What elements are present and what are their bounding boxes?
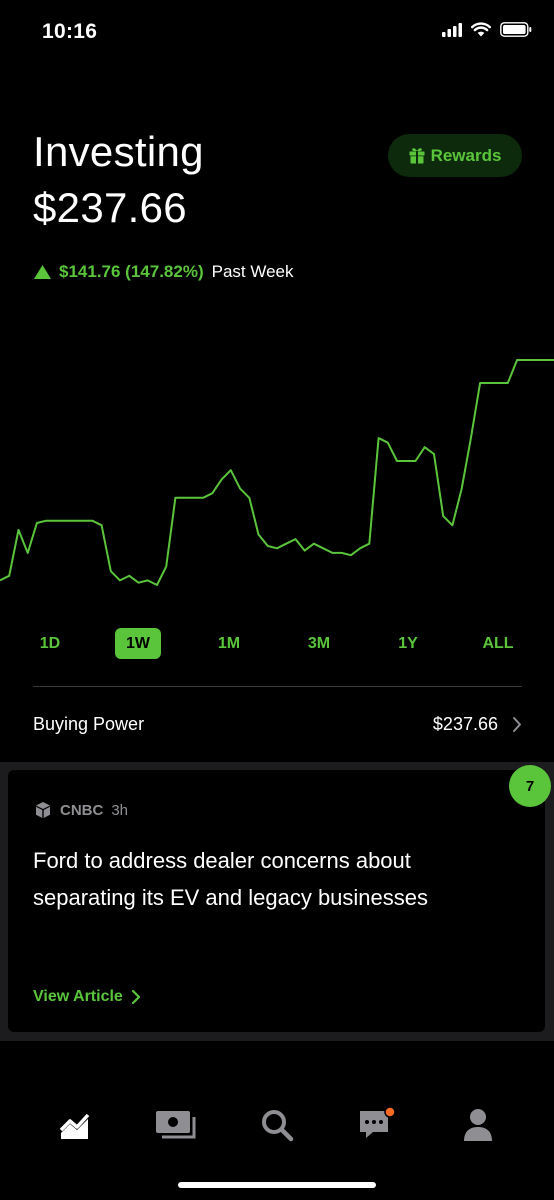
tab-account[interactable] (448, 1095, 508, 1155)
news-time: 3h (111, 801, 129, 819)
gift-icon (409, 148, 425, 164)
range-tab-1m[interactable]: 1M (209, 628, 249, 659)
view-article-link[interactable]: View Article (33, 988, 141, 1006)
chart-icon (59, 1113, 90, 1139)
range-tab-3m[interactable]: 3M (299, 628, 339, 659)
chevron-right-icon (513, 716, 521, 732)
wifi-icon (471, 22, 491, 37)
home-indicator (178, 1182, 376, 1188)
range-tab-1d[interactable]: 1D (30, 628, 70, 659)
change-period: Past Week (211, 262, 294, 281)
divider (33, 686, 522, 687)
buying-power-value: $237.66 (432, 713, 498, 734)
account-icon (464, 1109, 492, 1141)
page-title: Investing (33, 128, 204, 175)
portfolio-balance: $237.66 (33, 184, 187, 231)
rewards-button[interactable]: Rewards (388, 134, 522, 177)
news-count-badge[interactable]: 7 (509, 765, 551, 807)
tab-messages[interactable] (347, 1095, 407, 1155)
range-tab-1w[interactable]: 1W (115, 628, 161, 659)
status-time: 10:16 (42, 20, 98, 43)
buying-power-row[interactable]: Buying Power $237.66 (33, 702, 522, 746)
up-arrow-icon (34, 265, 51, 279)
news-source-name: CNBC (60, 801, 104, 819)
performance-change: $141.76 (147.82%) Past Week (34, 262, 294, 282)
tab-search[interactable] (247, 1095, 307, 1155)
range-tab-all[interactable]: ALL (475, 628, 521, 659)
messages-icon (360, 1107, 396, 1138)
rewards-label: Rewards (430, 145, 502, 165)
range-selector: 1D 1W 1M 3M 1Y ALL (0, 628, 554, 660)
notification-dot (384, 1107, 396, 1118)
range-tab-1y[interactable]: 1Y (388, 628, 428, 659)
search-icon (262, 1110, 294, 1142)
battery-icon (500, 22, 532, 37)
change-value: $141.76 (147.82%) (59, 262, 204, 281)
portfolio-chart[interactable] (0, 340, 554, 610)
news-source: CNBC 3h (34, 801, 128, 819)
tab-bar (0, 1095, 554, 1155)
buying-power-label: Buying Power (33, 713, 145, 734)
news-headline[interactable]: Ford to address dealer concerns about se… (33, 842, 503, 916)
tab-investing[interactable] (45, 1095, 105, 1155)
chevron-right-icon (131, 989, 140, 1005)
tab-cash[interactable] (146, 1095, 206, 1155)
status-icons (442, 22, 532, 37)
view-article-label: View Article (33, 988, 123, 1005)
signal-icon (442, 22, 462, 37)
cash-icon (156, 1111, 196, 1139)
chart-line (0, 359, 554, 586)
source-cube-icon (36, 802, 50, 818)
